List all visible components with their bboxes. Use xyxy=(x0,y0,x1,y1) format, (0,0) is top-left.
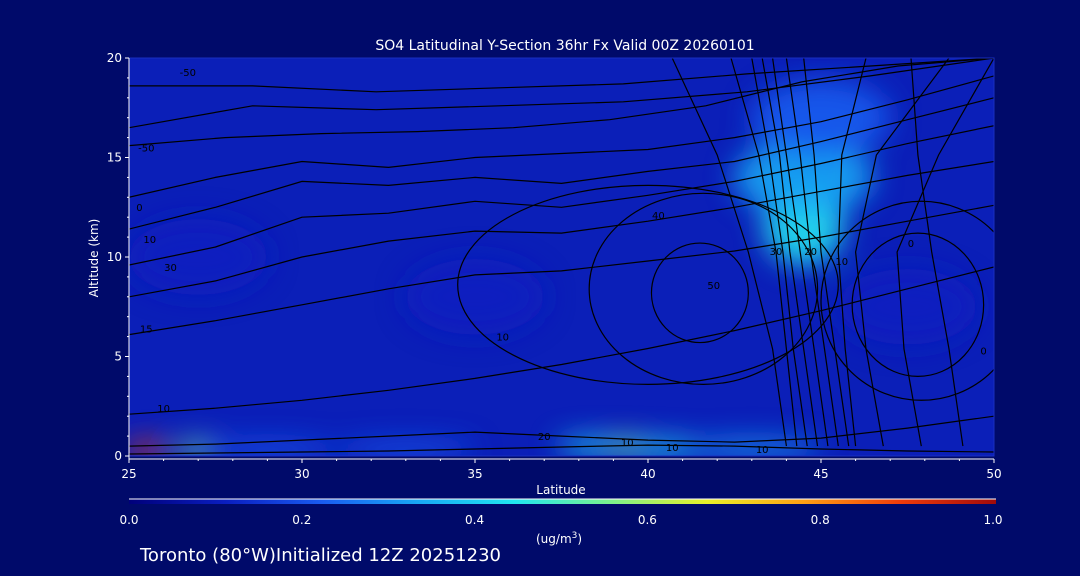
x-tick-label: 45 xyxy=(813,467,828,481)
contour-label: 0 xyxy=(980,347,986,358)
contour-label: 10 xyxy=(666,443,679,454)
contour-label: 30 xyxy=(770,247,783,258)
contour-label: 10 xyxy=(143,235,156,246)
field-sample xyxy=(405,258,545,335)
contour-label: -50 xyxy=(180,68,196,79)
contour-label: 10 xyxy=(756,445,769,456)
x-tick-label: 30 xyxy=(294,467,309,481)
contour-label: 0 xyxy=(136,203,142,214)
chart-figure: SO4 Latitudinal Y-Section 36hr Fx Valid … xyxy=(87,38,1003,566)
plot-area: -50 -50 0 10 30 15 10 10 20 10 10 10 40 50 30 20 10 0 0 xyxy=(129,58,994,456)
colorbar-units: (ug/m3) xyxy=(536,531,582,546)
contour-label: 30 xyxy=(164,263,177,274)
contour-label: 50 xyxy=(707,281,720,292)
y-tick-label: 10 xyxy=(107,250,122,264)
y-tick-label: 20 xyxy=(107,51,122,65)
contour-label: 10 xyxy=(621,438,634,449)
contour-label: 0 xyxy=(908,239,914,250)
footer-location: Toronto (80°W)Initialized 12Z 20251230 xyxy=(139,545,501,566)
colorbar-ticks: 0.0 0.2 0.4 0.6 0.8 1.0 xyxy=(119,513,1002,527)
contour-label: 40 xyxy=(652,211,665,222)
contour-label: 10 xyxy=(835,257,848,268)
x-tick-label: 40 xyxy=(640,467,655,481)
y-axis: 0 5 10 15 20 xyxy=(107,51,130,463)
x-axis-label: Latitude xyxy=(536,483,585,497)
contour-label: 20 xyxy=(538,432,551,443)
colorbar-tick-label: 0.4 xyxy=(465,513,484,527)
x-tick-label: 25 xyxy=(121,467,136,481)
chart-title: SO4 Latitudinal Y-Section 36hr Fx Valid … xyxy=(375,38,754,54)
contour-label: 10 xyxy=(496,333,509,344)
field-sample xyxy=(751,79,891,156)
y-tick-label: 15 xyxy=(107,151,122,165)
colorbar: 0.0 0.2 0.4 0.6 0.8 1.0 (ug/m3) xyxy=(119,498,1003,546)
x-tick-label: 35 xyxy=(467,467,482,481)
y-axis-label: Altitude (km) xyxy=(87,219,101,298)
colorbar-units-base: (ug/m xyxy=(536,532,572,546)
x-tick-label: 50 xyxy=(986,467,1001,481)
colorbar-tick-label: 0.0 xyxy=(119,513,138,527)
colorbar-strip xyxy=(129,499,996,504)
colorbar-units-close: ) xyxy=(577,532,582,546)
x-axis: 25 30 35 40 45 50 xyxy=(121,458,1002,481)
y-tick-label: 0 xyxy=(114,449,122,463)
contour-label: -50 xyxy=(138,144,154,155)
y-tick-label: 5 xyxy=(114,350,122,364)
contour-label: 10 xyxy=(157,404,170,415)
colorbar-tick-label: 1.0 xyxy=(983,513,1002,527)
colorbar-tick-label: 0.8 xyxy=(811,513,830,527)
colorbar-tick-label: 0.6 xyxy=(638,513,657,527)
contour-label: 15 xyxy=(140,325,153,336)
colorbar-tick-label: 0.2 xyxy=(292,513,311,527)
contour-label: 20 xyxy=(804,247,817,258)
